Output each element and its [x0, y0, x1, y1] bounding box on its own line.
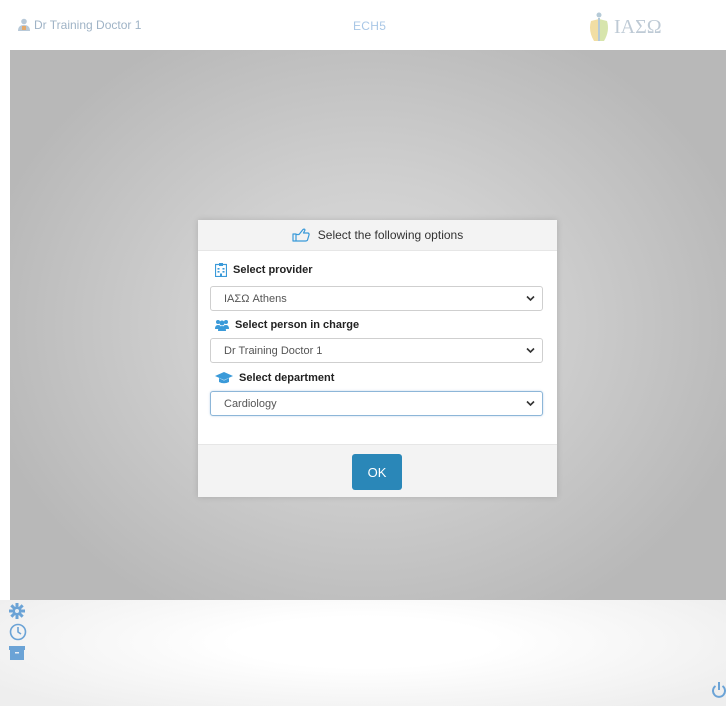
person-label: Select person in charge — [215, 319, 557, 331]
user-icon — [18, 18, 30, 31]
hand-pointer-icon — [292, 228, 310, 242]
department-select-value: Cardiology — [224, 398, 277, 410]
provider-label-text: Select provider — [233, 264, 313, 276]
archive-icon[interactable] — [9, 645, 25, 661]
dialog-header: Select the following options — [198, 220, 557, 251]
department-label: Select department — [215, 372, 557, 384]
current-user[interactable]: Dr Training Doctor 1 — [17, 18, 141, 32]
power-icon[interactable] — [712, 682, 726, 698]
dialog-footer: OK — [198, 444, 557, 497]
department-select[interactable]: Cardiology — [210, 391, 543, 416]
ok-button[interactable]: OK — [352, 454, 402, 490]
logo-text: ΙΑΣΩ — [614, 15, 662, 38]
users-icon — [215, 320, 229, 331]
chevron-down-icon — [526, 295, 535, 302]
clock-icon[interactable] — [9, 623, 27, 641]
hospital-icon — [215, 263, 227, 277]
person-select-value: Dr Training Doctor 1 — [224, 345, 323, 357]
user-name: Dr Training Doctor 1 — [34, 18, 142, 32]
person-label-text: Select person in charge — [235, 319, 360, 331]
logo-emblem-icon — [590, 12, 608, 41]
chevron-down-icon — [526, 347, 535, 354]
top-header: Dr Training Doctor 1 ECH5 ΙΑΣΩ — [0, 0, 726, 50]
chevron-down-icon — [526, 400, 535, 407]
provider-label: Select provider — [215, 263, 557, 277]
provider-select[interactable]: ΙΑΣΩ Athens — [210, 286, 543, 311]
graduation-cap-icon — [215, 372, 233, 384]
system-code: ECH5 — [353, 19, 387, 33]
dialog-title: Select the following options — [317, 228, 464, 242]
person-select[interactable]: Dr Training Doctor 1 — [210, 338, 543, 363]
brand-logo: ΙΑΣΩ — [588, 8, 680, 46]
bottom-panel — [0, 600, 726, 706]
department-label-text: Select department — [239, 372, 335, 384]
provider-select-value: ΙΑΣΩ Athens — [224, 293, 287, 305]
gear-icon[interactable] — [9, 603, 25, 619]
options-dialog: Select the following options Select prov… — [198, 220, 557, 497]
side-toolbar — [9, 603, 29, 665]
